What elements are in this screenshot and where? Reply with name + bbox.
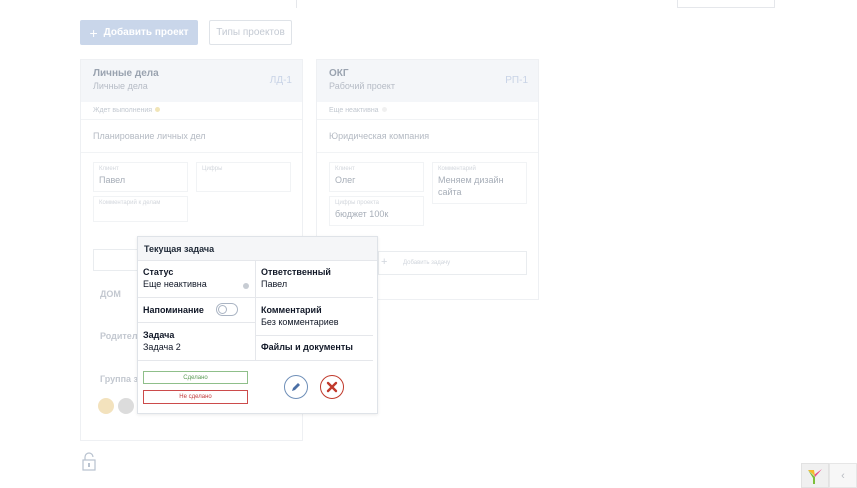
project-types-button[interactable]: Типы проектов	[209, 20, 292, 45]
card-status: Ждет выполнения	[81, 102, 302, 120]
close-icon	[326, 381, 338, 393]
task-cell: Задача Задача 2	[143, 330, 181, 352]
chevron-left-icon[interactable]: ‹	[829, 463, 857, 488]
add-project-label: Добавить проект	[103, 27, 189, 38]
responsible-label: Ответственный	[261, 267, 331, 277]
numbers-field: Цифры	[196, 162, 291, 192]
add-task-input[interactable]: + Добавить задачу	[378, 251, 527, 275]
popup-column-divider	[255, 261, 256, 361]
responsible-value: Павел	[261, 279, 288, 289]
reminder-cell: Напоминание	[143, 305, 204, 315]
done-button[interactable]: Сделано	[143, 371, 248, 384]
task-value: Задача 2	[143, 342, 181, 352]
plus-icon: +	[89, 24, 98, 41]
toggle-knob	[218, 305, 227, 314]
card-header: ОКГ Рабочий проект РП-1	[317, 60, 538, 102]
popup-row-divider	[256, 335, 373, 336]
card-subtitle: Личные дела	[93, 81, 148, 91]
popup-row-divider	[138, 360, 373, 361]
card-input[interactable]	[93, 249, 139, 271]
task-label: Задача	[143, 330, 175, 340]
files-cell[interactable]: Файлы и документы	[261, 342, 353, 352]
close-button[interactable]	[320, 375, 344, 399]
section-parents: Родител	[100, 331, 138, 341]
section-group: Группа з	[100, 374, 138, 384]
comment-cell[interactable]: Комментарий Без комментариев	[261, 305, 339, 327]
status-dot-icon	[155, 107, 161, 112]
popup-title: Текущая задача	[138, 237, 377, 261]
avatar	[98, 398, 114, 414]
comment-field: Комментарий к делам	[93, 196, 188, 222]
project-numbers-field: Цифры проекта бюджет 100к	[329, 196, 424, 226]
plus-icon: +	[381, 256, 388, 268]
card-header: Личные дела Личные дела ЛД-1	[81, 60, 302, 102]
comment-value: Без комментариев	[261, 317, 339, 327]
popup-row-divider	[138, 297, 255, 298]
avatar	[118, 398, 134, 414]
lock-icon[interactable]	[82, 452, 96, 477]
status-label: Статус	[143, 267, 174, 277]
files-label: Файлы и документы	[261, 342, 353, 352]
card-subtitle: Рабочий проект	[329, 81, 395, 91]
status-dot-icon	[381, 107, 387, 112]
card-code: РП-1	[505, 75, 528, 86]
popup-row-divider	[138, 322, 255, 323]
popup-row-divider	[256, 297, 373, 298]
status-value: Еще неактивна	[143, 279, 207, 289]
reminder-toggle[interactable]	[216, 303, 238, 316]
top-divider	[296, 0, 297, 8]
add-project-button[interactable]: + Добавить проект	[80, 20, 198, 45]
pencil-icon	[292, 383, 300, 391]
yii-debug-toolbar-logo[interactable]	[801, 463, 829, 488]
card-description: Планирование личных дел	[81, 120, 302, 153]
status-indicator-icon	[243, 283, 249, 289]
section-home: ДОМ	[100, 289, 121, 299]
not-done-button[interactable]: Не сделано	[143, 390, 248, 404]
top-right-box	[677, 0, 775, 8]
edit-button[interactable]	[284, 375, 308, 399]
client-field: Клиент Павел	[93, 162, 188, 192]
add-task-placeholder: Добавить задачу	[403, 260, 451, 266]
card-description: Юридическая компания	[317, 120, 538, 153]
reminder-label: Напоминание	[143, 305, 204, 315]
comment-field: Комментарий Меняем дизайн сайта	[432, 162, 527, 204]
client-field: Клиент Олег	[329, 162, 424, 192]
card-title: Личные дела	[93, 68, 159, 79]
card-title: ОКГ	[329, 68, 349, 79]
status-cell: Статус Еще неактивна	[143, 267, 207, 289]
responsible-cell[interactable]: Ответственный Павел	[261, 267, 331, 289]
card-status: Еще неактивна	[317, 102, 538, 120]
card-code: ЛД-1	[269, 75, 292, 86]
comment-label: Комментарий	[261, 305, 322, 315]
yii-logo-icon	[808, 468, 822, 484]
